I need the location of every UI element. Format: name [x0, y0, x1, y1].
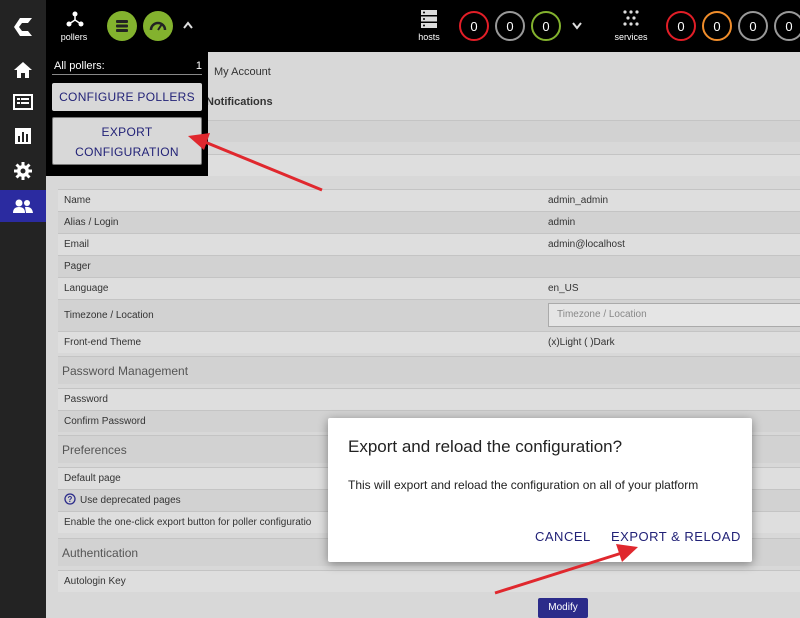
form-row-alias: Alias / Login admin [58, 211, 800, 233]
password-section-title: Password Management [62, 363, 189, 378]
monitoring-icon[interactable] [0, 86, 46, 118]
oneclick-label: Enable the one-click export button for p… [64, 517, 312, 528]
alias-label: Alias / Login [64, 217, 119, 228]
all-pollers-header: All pollers: 1 [52, 58, 202, 75]
alias-value: admin [548, 217, 576, 228]
services-icon[interactable] [622, 9, 640, 30]
language-label: Language [64, 283, 109, 294]
latency-status-button[interactable] [143, 11, 173, 41]
hosts-chevron-down-icon[interactable] [571, 17, 583, 33]
hosts-unreachable-counter[interactable]: 0 [495, 11, 525, 41]
form-row-language: Language en_US [58, 277, 800, 299]
hosts-up-counter[interactable]: 0 [531, 11, 561, 41]
name-label: Name [64, 195, 91, 206]
export-configuration-line1: EXPORT [101, 125, 153, 139]
services-unknown-counter[interactable]: 0 [738, 11, 768, 41]
autologin-label: Autologin Key [64, 576, 126, 587]
svg-text:?: ? [68, 495, 73, 504]
pager-label: Pager [64, 261, 91, 272]
timezone-input[interactable]: Timezone / Location [548, 303, 800, 327]
dialog-title: Export and reload the configuration? [348, 437, 623, 456]
confirm-password-label: Confirm Password [64, 416, 146, 427]
breadcrumb[interactable]: My Account [214, 66, 271, 78]
home-icon[interactable] [0, 54, 46, 86]
all-pollers-label: All pollers: [54, 60, 105, 72]
hosts-down-counter[interactable]: 0 [459, 11, 489, 41]
theme-radio-group[interactable]: (x)Light ( )Dark [548, 337, 615, 348]
database-status-button[interactable] [107, 11, 137, 41]
form-row-password: Password [58, 388, 800, 410]
modify-button[interactable]: Modify [538, 598, 588, 618]
centreon-logo-icon[interactable] [6, 10, 40, 44]
gauge-icon [149, 21, 167, 31]
help-icon[interactable]: ? [64, 493, 76, 508]
users-icon[interactable] [0, 190, 46, 222]
tab-notifications[interactable]: Notifications [206, 96, 273, 108]
form-row-pager: Pager [58, 255, 800, 277]
form-row-email: Email admin@localhost [58, 233, 800, 255]
left-navigation [0, 0, 46, 618]
services-warning-counter[interactable]: 0 [702, 11, 732, 41]
database-icon [116, 20, 128, 32]
configure-pollers-button[interactable]: CONFIGURE POLLERS [52, 83, 202, 111]
authentication-section-title: Authentication [62, 545, 139, 560]
export-reload-dialog: Export and reload the configuration? Thi… [328, 418, 752, 562]
hosts-label[interactable]: hosts [412, 32, 446, 42]
pollers-label[interactable]: pollers [58, 32, 90, 42]
export-configuration-line2: CONFIGURATION [75, 145, 179, 159]
form-row-theme: Front-end Theme (x)Light ( )Dark [58, 331, 800, 353]
export-reload-button[interactable]: EXPORT & RELOAD [611, 529, 741, 544]
password-section-header: Password Management [58, 356, 800, 384]
pollers-dropdown: All pollers: 1 CONFIGURE POLLERS EXPORT … [46, 52, 208, 176]
email-label: Email [64, 239, 90, 250]
language-value[interactable]: en_US [548, 283, 579, 294]
hosts-icon[interactable] [420, 9, 438, 32]
top-bar: pollers hosts 0 0 0 services 0 0 0 0 [46, 0, 800, 52]
export-configuration-button[interactable]: EXPORT CONFIGURATION [52, 117, 202, 165]
name-value: admin_admin [548, 195, 609, 206]
form-row-autologin: Autologin Key [58, 570, 800, 592]
services-ok-counter[interactable]: 0 [774, 11, 800, 41]
services-label[interactable]: services [606, 32, 656, 42]
chevron-up-icon[interactable] [182, 17, 194, 33]
reporting-icon[interactable] [0, 120, 46, 152]
dialog-message: This will export and reload the configur… [348, 478, 699, 492]
theme-label: Front-end Theme [64, 337, 142, 348]
preferences-section-title: Preferences [62, 442, 127, 457]
gear-icon[interactable] [0, 155, 46, 187]
services-critical-counter[interactable]: 0 [666, 11, 696, 41]
timezone-label: Timezone / Location [64, 310, 154, 321]
form-row-name: Name admin_admin [58, 189, 800, 211]
default-page-label: Default page [64, 473, 121, 484]
password-label: Password [64, 394, 108, 405]
email-value: admin@localhost [548, 239, 625, 250]
pollers-icon[interactable] [66, 10, 84, 31]
deprecated-label: Use deprecated pages [80, 495, 181, 506]
cancel-button[interactable]: CANCEL [535, 529, 591, 544]
all-pollers-count: 1 [195, 60, 202, 72]
